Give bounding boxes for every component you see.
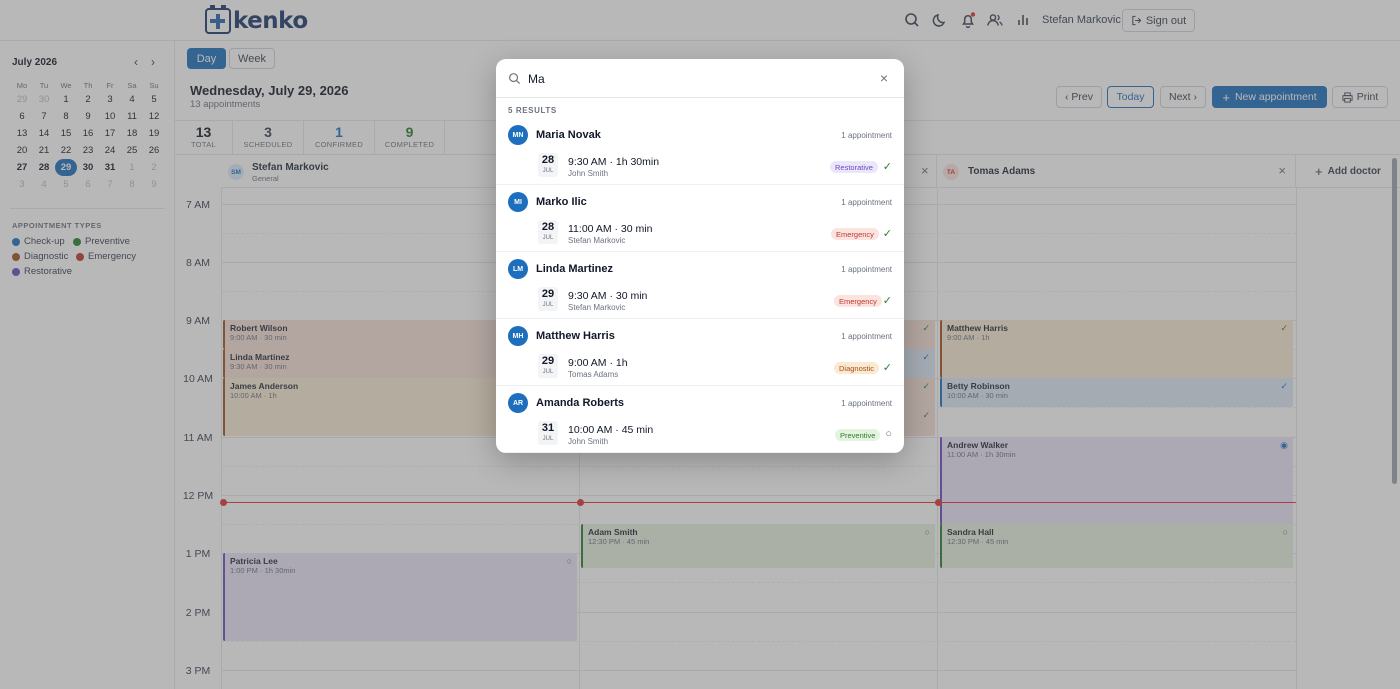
date-badge: 28 JUL [538, 153, 558, 177]
search-input[interactable] [528, 69, 858, 88]
doctor-name: John Smith [568, 437, 609, 446]
appointment-count: 1 appointment [841, 131, 892, 140]
status-icon: ○ [885, 428, 892, 440]
patient-name: Marko Ilic [536, 196, 587, 208]
date-month: JUL [542, 235, 554, 241]
doctor-name: Stefan Markovic [568, 303, 626, 312]
date-month: JUL [542, 302, 554, 308]
type-badge: Preventive [835, 429, 881, 441]
date-badge: 28 JUL [538, 220, 558, 244]
date-month: JUL [542, 168, 554, 174]
date-day: 28 [541, 154, 555, 166]
date-day: 29 [541, 288, 555, 300]
appointment-count: 1 appointment [841, 265, 892, 274]
date-day: 28 [541, 221, 555, 233]
doctor-name: Stefan Markovic [568, 236, 626, 245]
doctor-name: John Smith [568, 169, 609, 178]
date-badge: 31 JUL [538, 421, 558, 445]
appointment-time: 11:00 AM · 30 min [568, 223, 653, 235]
date-month: JUL [542, 436, 554, 442]
results-count: 5 RESULTS [508, 106, 557, 115]
search-bar: × [496, 59, 904, 98]
patient-name: Maria Novak [536, 129, 601, 141]
patient-name: Matthew Harris [536, 330, 615, 342]
search-result[interactable]: MI Marko Ilic 1 appointment 28 JUL 11:00 AM ·… [496, 185, 904, 252]
search-result[interactable]: LM Linda Martinez 1 appointment 29 JUL 9:30 A… [496, 252, 904, 319]
appointment-time: 9:00 AM · 1h [568, 357, 628, 369]
search-result[interactable]: AR Amanda Roberts 1 appointment 31 JUL 10:00 … [496, 386, 904, 453]
search-result[interactable]: MN Maria Novak 1 appointment 28 JUL 9:30 AM ·… [496, 118, 904, 185]
date-badge: 29 JUL [538, 287, 558, 311]
type-badge: Emergency [834, 295, 882, 307]
avatar: MI [508, 192, 528, 212]
date-day: 29 [541, 355, 555, 367]
doctor-name: Tomas Adams [568, 370, 619, 379]
type-badge: Diagnostic [834, 362, 880, 374]
type-badge: Emergency [831, 228, 879, 240]
type-badge: Restorative [830, 161, 878, 173]
status-icon: ✓ [882, 362, 892, 374]
appointment-time: 9:30 AM · 30 min [568, 290, 648, 302]
appointment-time: 10:00 AM · 45 min [568, 424, 654, 436]
close-icon[interactable]: × [880, 70, 888, 86]
appointment-count: 1 appointment [841, 332, 892, 341]
appointment-count: 1 appointment [841, 198, 892, 207]
status-icon: ✓ [882, 161, 892, 173]
avatar: LM [508, 259, 528, 279]
date-day: 31 [541, 422, 555, 434]
date-badge: 29 JUL [538, 354, 558, 378]
appointment-time: 9:30 AM · 1h 30min [568, 156, 660, 168]
avatar: MN [508, 125, 528, 145]
appointment-count: 1 appointment [841, 399, 892, 408]
avatar: MH [508, 326, 528, 346]
status-icon: ✓ [882, 228, 892, 240]
status-icon: ✓ [882, 295, 892, 307]
search-icon [509, 73, 521, 85]
patient-name: Amanda Roberts [536, 397, 625, 409]
date-month: JUL [542, 369, 554, 375]
avatar: AR [508, 393, 528, 413]
search-result[interactable]: MH Matthew Harris 1 appointment 29 JUL 9:00 A… [496, 319, 904, 386]
search-modal: × 5 RESULTS MN Maria Novak 1 appointment 28… [496, 59, 904, 453]
patient-name: Linda Martinez [536, 263, 614, 275]
